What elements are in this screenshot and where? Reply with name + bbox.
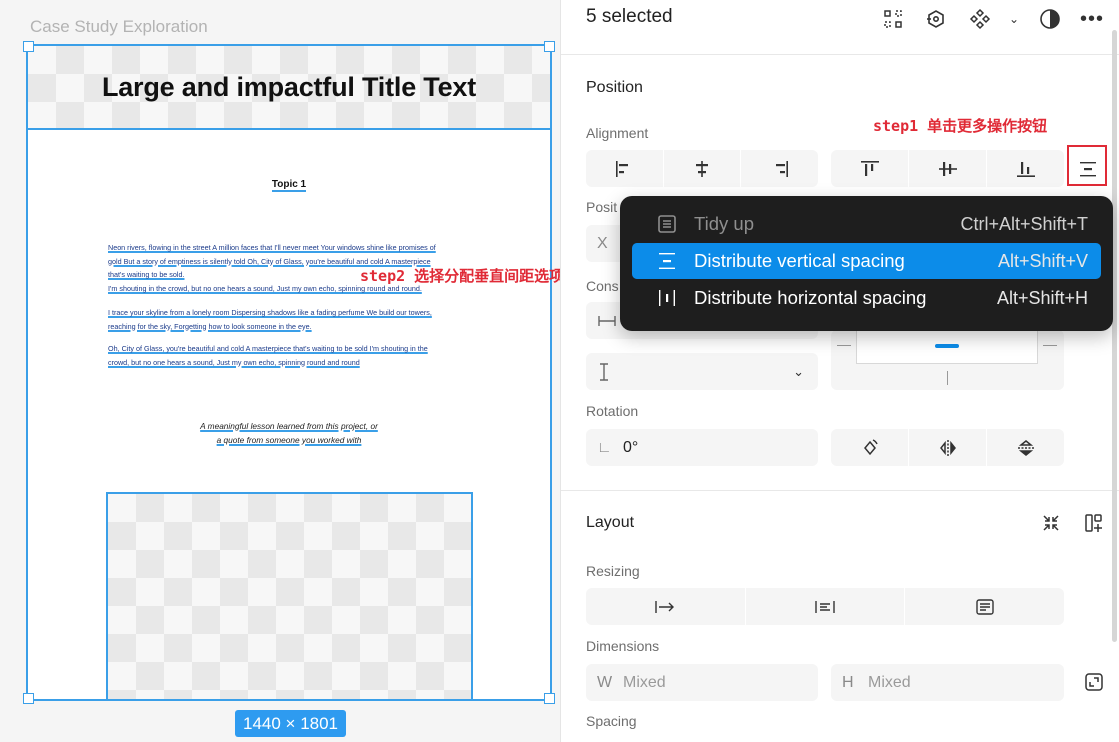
resize-handle-top-right[interactable] [544,41,555,52]
constraints-label: Cons [586,278,619,294]
align-top-icon[interactable] [831,150,909,187]
horizontal-align-group [586,150,818,187]
selection-count: 5 selected [586,6,673,27]
horizontal-constraint-icon [598,315,616,326]
resizing-group [586,588,1064,625]
annotation-step1: step1 单击更多操作按钮 [873,117,1048,135]
rotation-field[interactable]: ∟ 0° [586,429,818,466]
menu-item-label: Distribute vertical spacing [694,250,905,271]
align-vertical-center-icon[interactable] [909,150,987,187]
vertical-constraint-select[interactable]: ⌄ [586,353,818,390]
collapse-icon[interactable] [1039,511,1063,535]
rotation-label: Rotation [586,403,639,419]
distribute-horizontal-icon [657,288,677,308]
title-text: Large and impactful Title Text [101,71,477,102]
menu-item-tidy-up[interactable]: Tidy up Ctrl+Alt+Shift+T [632,206,1101,242]
create-component-icon[interactable] [967,6,993,32]
tidy-up-icon [657,214,677,234]
width-value: Mixed [623,673,666,691]
height-field[interactable]: H Mixed [831,664,1064,701]
hug-horizontal-icon[interactable] [586,588,746,625]
resize-handle-top-left[interactable] [23,41,34,52]
menu-item-shortcut: Alt+Shift+V [997,250,1088,271]
constraint-center-indicator[interactable] [935,344,959,348]
selected-frame[interactable]: Large and impactful Title Text Topic 1 N… [26,44,552,701]
section-divider [561,490,1119,491]
size-badge: 1440 × 1801 [235,710,347,737]
position-label: Posit [586,199,618,215]
flip-horizontal-icon[interactable] [909,429,987,466]
constrain-proportions-icon[interactable] [1082,670,1106,694]
quote-text[interactable]: A meaningful lesson learned from this pr… [28,419,550,447]
alignment-label: Alignment [586,125,649,141]
paragraph-3[interactable]: Oh, City of Glass, you're beautiful and … [108,342,470,369]
title-block[interactable]: Large and impactful Title Text [28,46,550,130]
menu-item-label: Tidy up [694,213,754,234]
menu-item-distribute-horizontal-spacing[interactable]: Distribute horizontal spacing Alt+Shift+… [632,280,1101,316]
position-section-title: Position [586,79,643,96]
resize-to-fit-icon[interactable] [923,6,949,32]
distribute-vertical-icon [657,251,677,271]
align-left-icon[interactable] [586,150,664,187]
more-actions-menu: Tidy up Ctrl+Alt+Shift+T Distribute vert… [620,196,1113,331]
w-key: W [597,673,613,691]
constraint-bottom-indicator[interactable] [947,371,948,385]
transform-group [831,429,1064,466]
rotate-icon[interactable] [831,429,909,466]
chevron-down-icon[interactable]: ⌄ [1001,6,1027,32]
text-resize-icon[interactable] [905,588,1064,625]
menu-item-shortcut: Alt+Shift+H [996,287,1088,308]
fill-horizontal-icon[interactable] [746,588,906,625]
align-bottom-icon[interactable] [987,150,1064,187]
paragraph-2[interactable]: I trace your skyline from a lonely room … [108,306,470,333]
frame-name-label[interactable]: Case Study Exploration [30,17,208,37]
menu-item-shortcut: Ctrl+Alt+Shift+T [960,213,1088,234]
topic-heading[interactable]: Topic 1 [28,179,550,192]
figma-window: Case Study Exploration Large and impactf… [0,0,1119,742]
constraint-left-indicator[interactable] [837,345,851,346]
more-options-icon[interactable]: ••• [1079,6,1105,32]
vertical-constraint-icon [600,362,608,381]
resizing-label: Resizing [586,563,640,579]
chevron-down-icon: ⌄ [793,363,804,379]
mask-icon[interactable] [1037,6,1063,32]
align-right-icon[interactable] [741,150,818,187]
annotation-step2: step2 选择分配垂直间距选项 [360,267,565,285]
height-value: Mixed [868,673,911,691]
canvas[interactable]: Case Study Exploration Large and impactf… [0,0,564,742]
component-grid-icon[interactable] [880,6,906,32]
properties-panel: 5 selected ⌄ ••• Position Alignment step… [560,0,1119,742]
constraints-widget[interactable] [831,330,1064,390]
panel-scrollbar[interactable] [1112,30,1117,642]
angle-icon: ∟ [597,439,612,456]
h-key: H [842,673,854,691]
width-field[interactable]: W Mixed [586,664,818,701]
align-horizontal-center-icon[interactable] [664,150,742,187]
menu-item-distribute-vertical-spacing[interactable]: Distribute vertical spacing Alt+Shift+V [632,243,1101,279]
spacing-label: Spacing [586,713,637,729]
rotation-value: 0° [623,438,639,456]
flip-vertical-icon[interactable] [987,429,1064,466]
add-auto-layout-icon[interactable] [1082,511,1106,535]
image-placeholder[interactable] [106,492,473,701]
panel-header: 5 selected ⌄ ••• [561,0,1119,55]
constraint-right-indicator[interactable] [1043,345,1057,346]
annotation-highlight-box [1067,145,1107,186]
dimensions-label: Dimensions [586,638,660,654]
resize-handle-bottom-left[interactable] [23,693,34,704]
vertical-align-group [831,150,1064,187]
resize-handle-bottom-right[interactable] [544,693,555,704]
layout-section-title: Layout [586,514,635,531]
menu-item-label: Distribute horizontal spacing [694,287,927,308]
